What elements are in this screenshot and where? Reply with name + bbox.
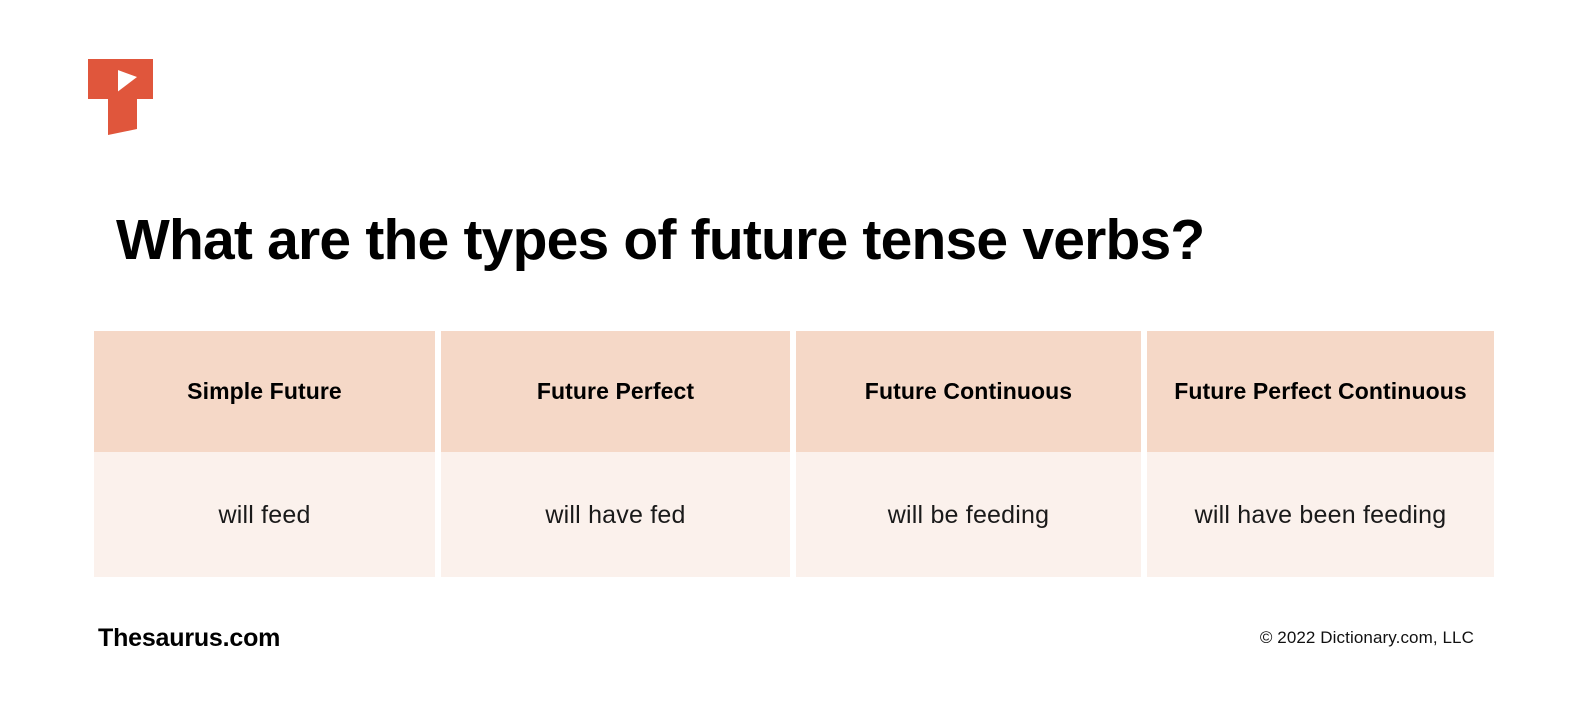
footer-brand-name: Thesaurus.com xyxy=(98,624,281,652)
thesaurus-t-logo-icon xyxy=(88,57,160,137)
table-header-cell: Future Perfect xyxy=(441,331,790,452)
page-title: What are the types of future tense verbs… xyxy=(116,208,1205,272)
future-tense-table: Simple Future Future Perfect Future Cont… xyxy=(94,331,1494,577)
table-header-cell: Future Perfect Continuous xyxy=(1147,331,1494,452)
table-data-cell: will feed xyxy=(94,452,435,577)
table-header-cell: Future Continuous xyxy=(796,331,1141,452)
table-data-cell: will have fed xyxy=(441,452,790,577)
infographic-page: What are the types of future tense verbs… xyxy=(0,0,1570,706)
table-data-cell: will have been feeding xyxy=(1147,452,1494,577)
table-header-cell: Simple Future xyxy=(94,331,435,452)
table-row: will feed will have fed will be feeding … xyxy=(94,452,1494,577)
copyright-notice: © 2022 Dictionary.com, LLC xyxy=(1259,628,1474,647)
table-header-row: Simple Future Future Perfect Future Cont… xyxy=(94,331,1494,452)
table-data-cell: will be feeding xyxy=(796,452,1141,577)
